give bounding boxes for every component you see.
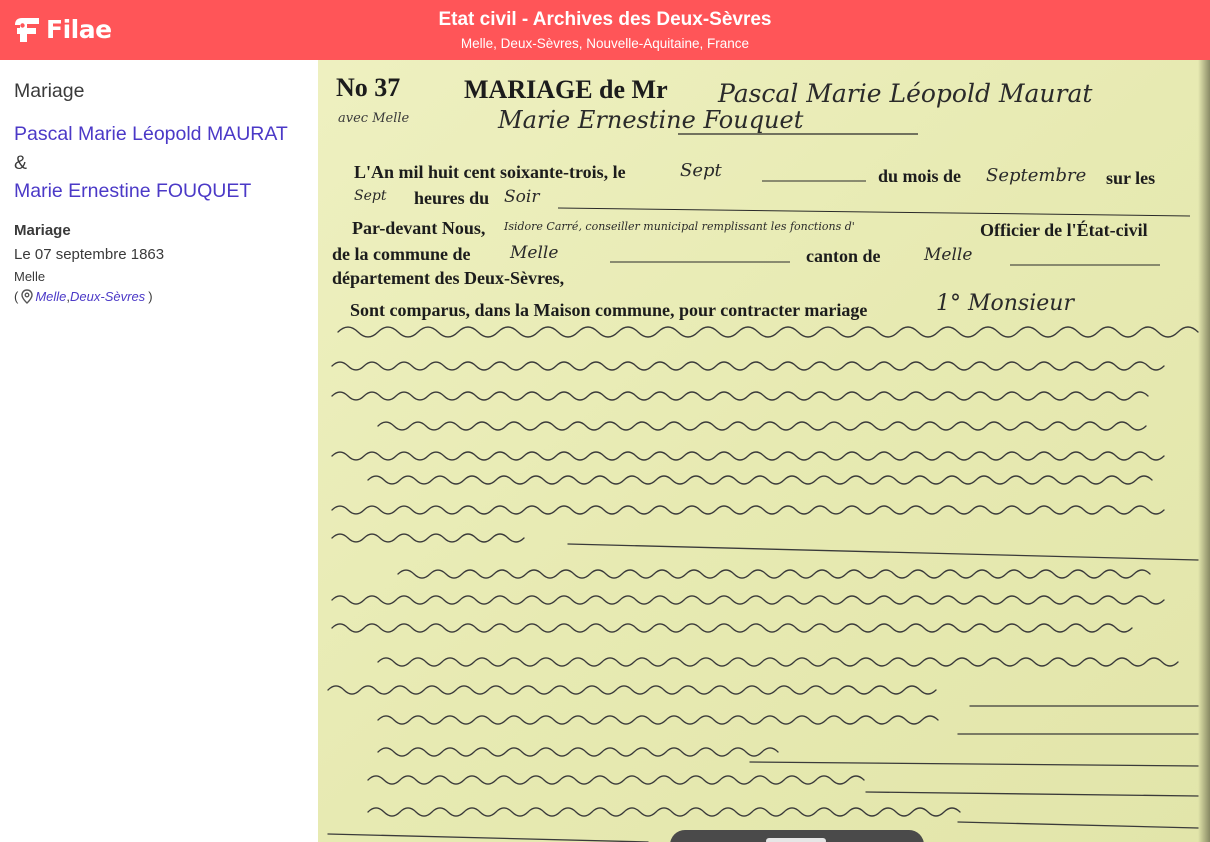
doc-line-4a: de la commune de xyxy=(332,244,471,264)
doc-line-6b: 1° Monsieur xyxy=(936,291,1075,316)
doc-line-1d: Septembre xyxy=(986,165,1086,186)
document-viewer[interactable]: No 37 MARIAGE de Mr Pascal Marie Léopold… xyxy=(318,60,1210,842)
bride-name-handwriting: Marie Ernestine Fouquet xyxy=(497,106,804,134)
doc-line-2a: Sept xyxy=(354,188,387,204)
act-number: No 37 xyxy=(336,73,400,102)
location-city-link[interactable]: Melle xyxy=(35,289,66,304)
event-location: ( Melle , Deux-Sèvres ) xyxy=(14,289,153,304)
page-title: Etat civil - Archives des Deux-Sèvres xyxy=(438,9,772,30)
event-date: Le 07 septembre 1863 xyxy=(14,246,165,263)
doc-line-3a: Par-devant Nous, xyxy=(352,218,485,238)
top-bar: Filae Etat civil - Archives des Deux-Sèv… xyxy=(0,0,1210,60)
groom-name-handwriting: Pascal Marie Léopold Maurat xyxy=(717,79,1093,108)
doc-line-2b: heures du xyxy=(414,188,489,208)
doc-line-4b: Melle xyxy=(509,243,558,263)
register-page-image: No 37 MARIAGE de Mr Pascal Marie Léopold… xyxy=(318,60,1210,842)
map-pin-icon xyxy=(20,289,34,304)
act-title: MARIAGE de Mr xyxy=(464,75,668,104)
doc-line-3b: Isidore Carré, conseiller municipal remp… xyxy=(503,220,855,233)
event-type: Mariage xyxy=(14,222,71,239)
location-close-paren: ) xyxy=(148,289,153,304)
doc-line-1a: L'An mil huit cent soixante-trois, le xyxy=(354,162,626,182)
groom-link[interactable]: Pascal Marie Léopold MAURAT xyxy=(14,123,288,146)
doc-line-1c: du mois de xyxy=(878,166,961,186)
record-sidebar: Mariage Pascal Marie Léopold MAURAT & Ma… xyxy=(0,60,318,842)
doc-line-3c: Officier de l'État-civil xyxy=(980,219,1148,240)
page-subtitle: Melle, Deux-Sèvres, Nouvelle-Aquitaine, … xyxy=(460,36,750,51)
doc-line-4d: Melle xyxy=(923,245,972,265)
bride-prefix-handwriting: avec Melle xyxy=(338,111,410,126)
viewer-navigation-handle[interactable] xyxy=(766,838,826,842)
location-dept-link[interactable]: Deux-Sèvres xyxy=(70,289,145,304)
ampersand: & xyxy=(14,152,28,174)
doc-line-6a: Sont comparus, dans la Maison commune, p… xyxy=(350,300,867,320)
doc-line-2c: Soir xyxy=(504,187,540,207)
location-open-paren: ( xyxy=(14,289,19,304)
event-place: Melle xyxy=(14,269,46,284)
bride-link[interactable]: Marie Ernestine FOUQUET xyxy=(14,180,251,203)
doc-line-4c: canton de xyxy=(806,246,881,266)
doc-line-5: département des Deux-Sèvres, xyxy=(332,268,564,288)
doc-line-1b: Sept xyxy=(680,160,723,181)
page-edge-shadow xyxy=(1198,60,1210,842)
record-heading: Mariage xyxy=(14,80,85,102)
doc-line-1e: sur les xyxy=(1106,168,1155,188)
